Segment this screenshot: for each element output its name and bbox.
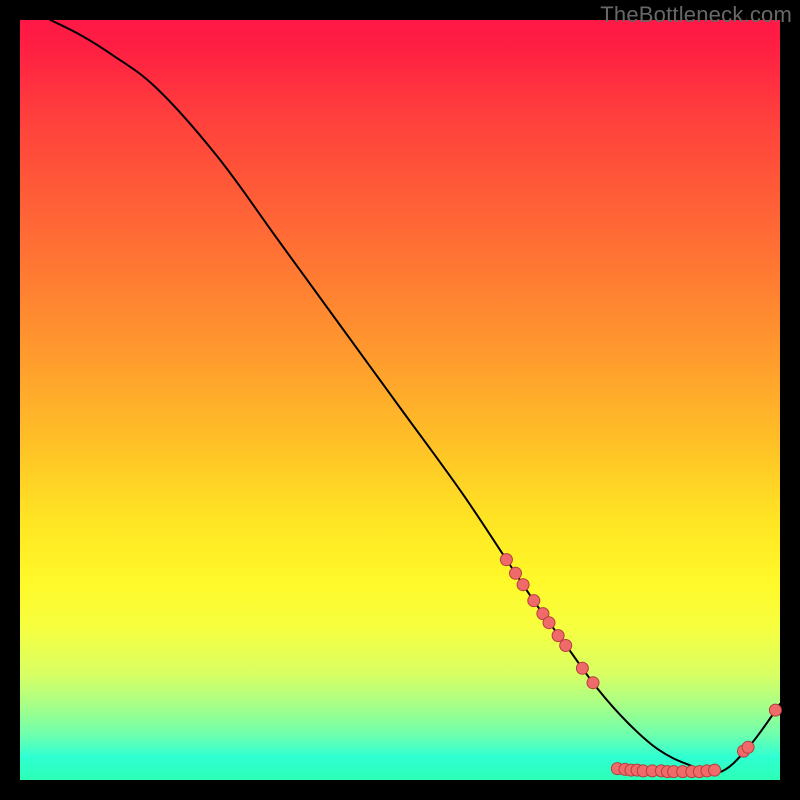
curve-path (50, 20, 780, 773)
data-point (528, 595, 540, 607)
data-point (560, 640, 572, 652)
data-point (543, 617, 555, 629)
watermark-text: TheBottleneck.com (600, 2, 792, 28)
data-point (500, 554, 512, 566)
data-point (552, 630, 564, 642)
data-points-group (500, 554, 781, 778)
data-point (576, 662, 588, 674)
plot-area (20, 20, 780, 780)
data-point (517, 579, 529, 591)
data-point (587, 677, 599, 689)
chart-container: TheBottleneck.com (0, 0, 800, 800)
data-point (769, 704, 781, 716)
data-point (742, 741, 754, 753)
data-point (510, 567, 522, 579)
data-point (709, 764, 721, 776)
chart-svg (20, 20, 780, 780)
